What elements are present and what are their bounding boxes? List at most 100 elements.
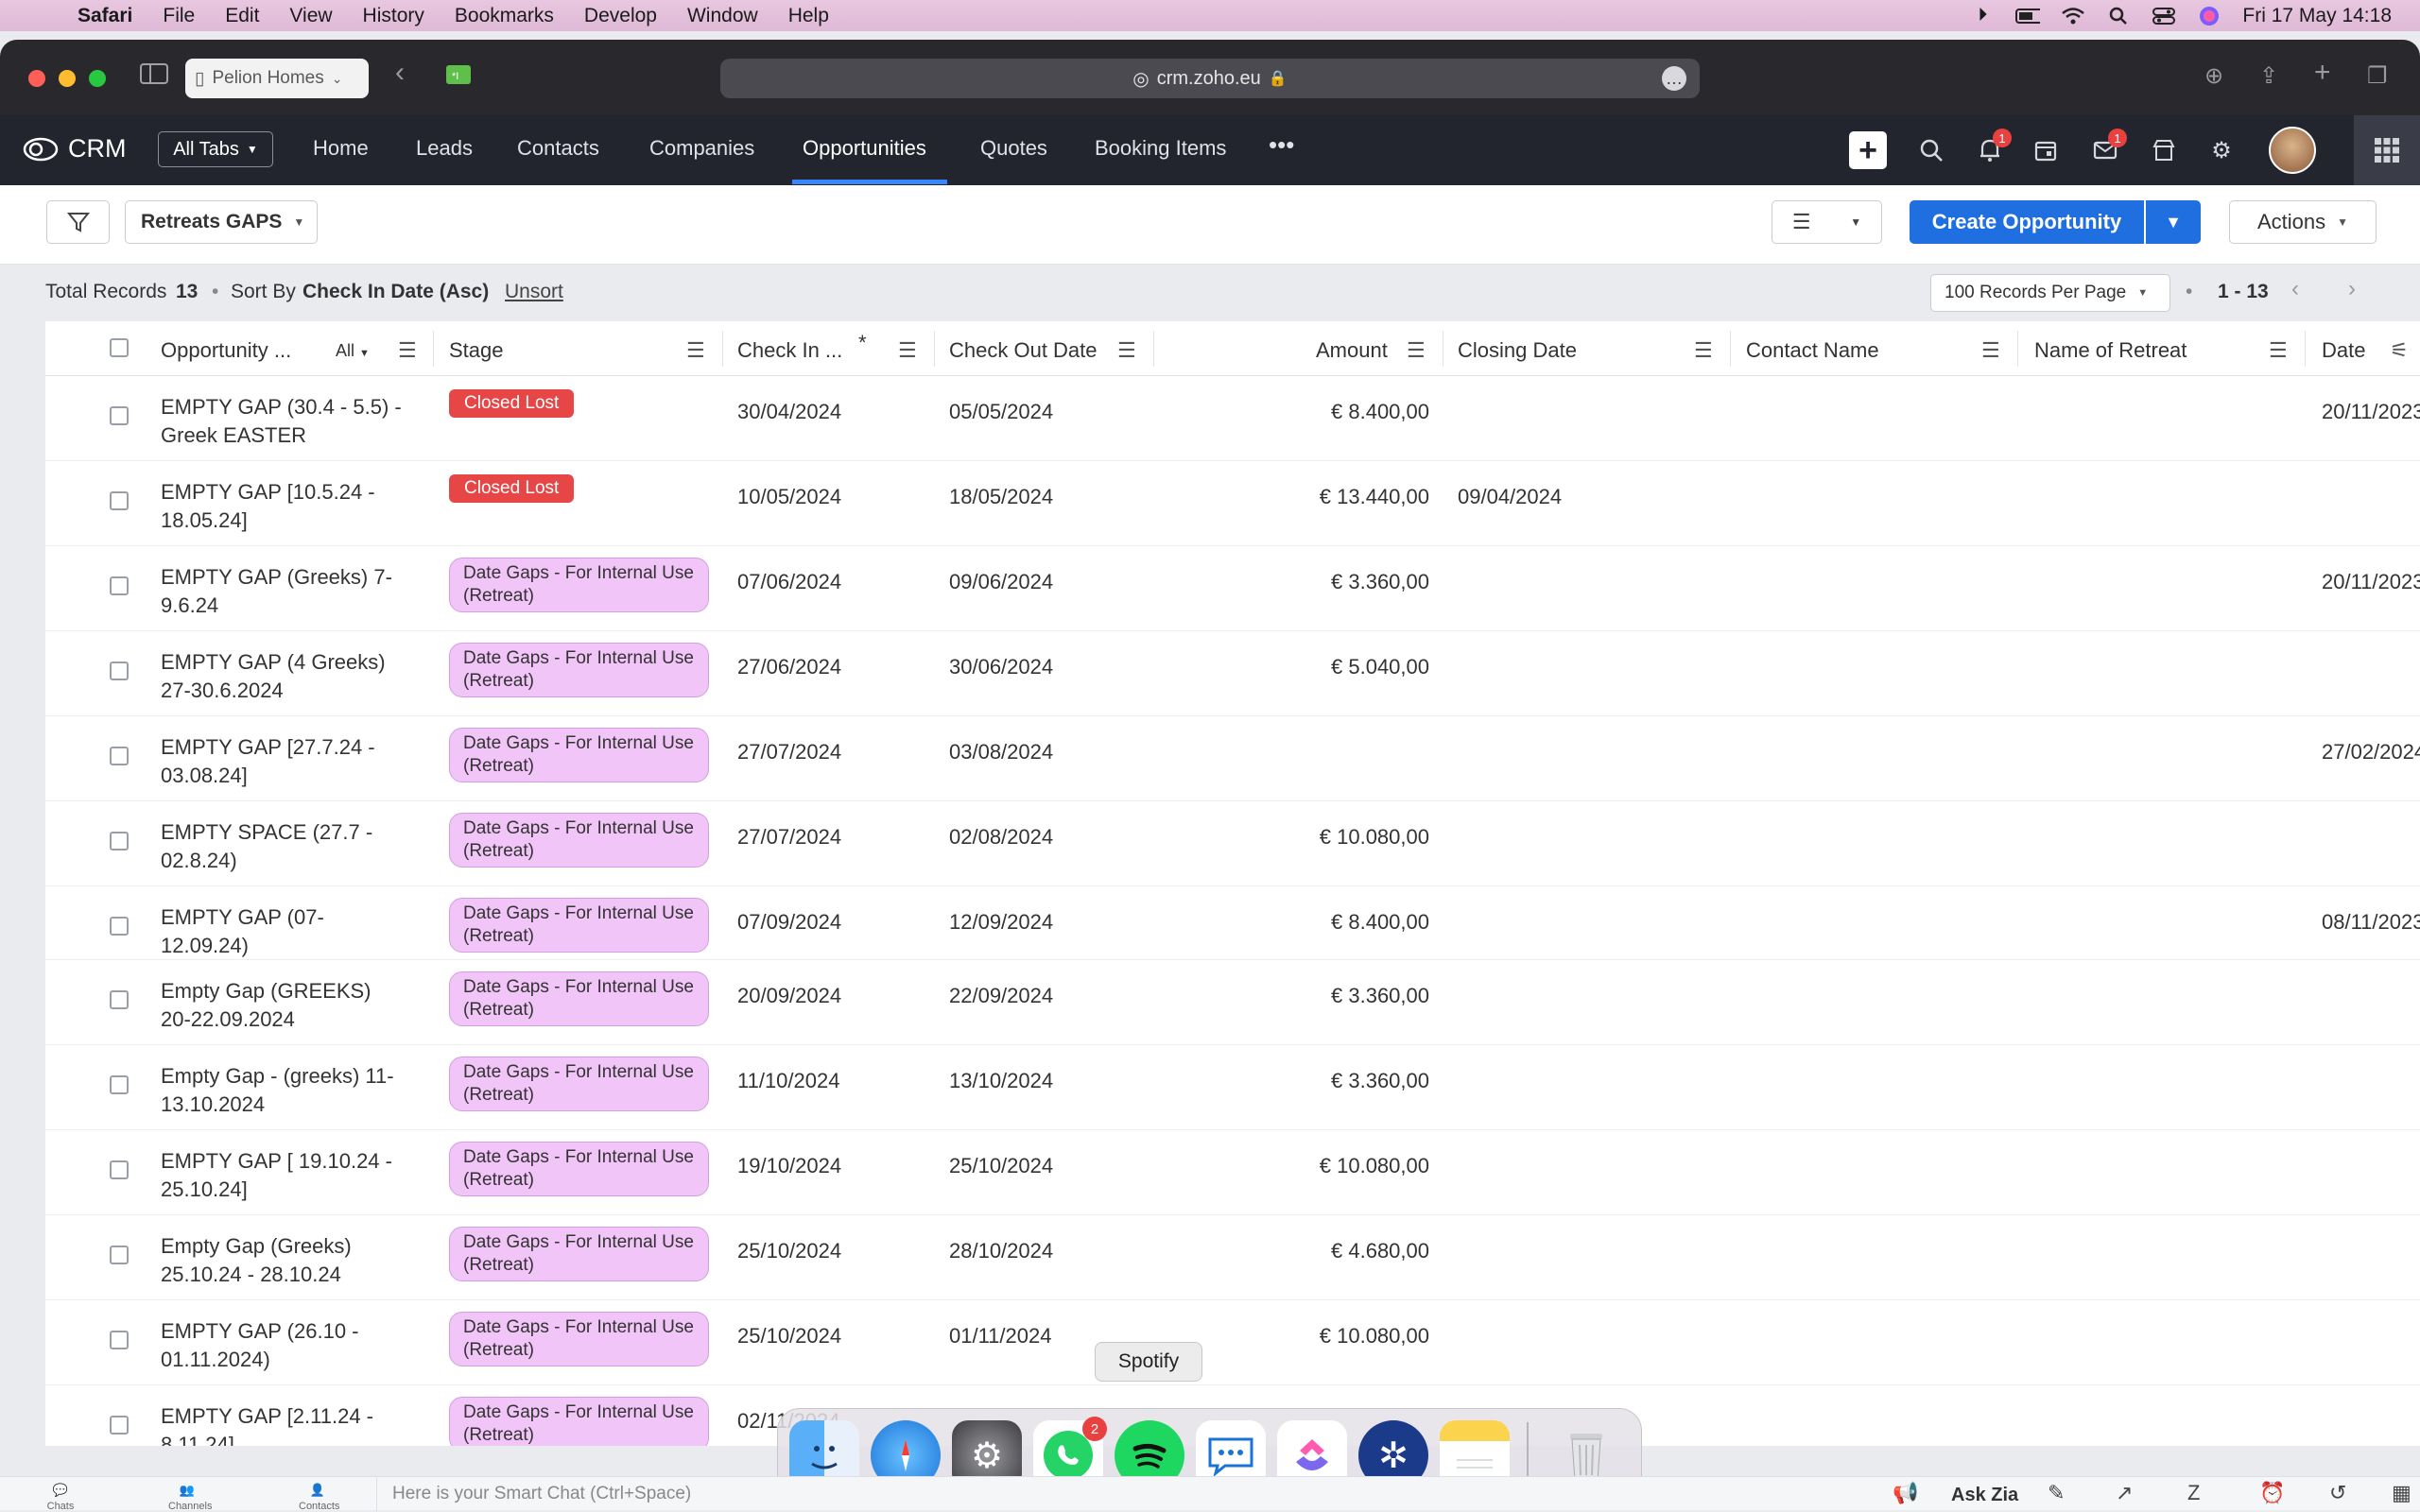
downloads-icon[interactable]: ⊕ [2204, 62, 2223, 90]
list-view-toggle[interactable]: ☰ ▼ [1772, 200, 1882, 244]
row-checkbox[interactable] [110, 1160, 129, 1179]
opportunity-name-link[interactable]: EMPTY GAP (07-12.09.24) [161, 903, 406, 960]
col-opportunity-name[interactable]: Opportunity ... [161, 338, 291, 363]
spotlight-search-icon[interactable] [2106, 7, 2131, 26]
menu-file[interactable]: File [163, 5, 195, 27]
column-menu-icon[interactable]: ☰ [1407, 338, 1426, 363]
row-checkbox[interactable] [110, 1246, 129, 1264]
prev-page-icon[interactable]: ‹ [2291, 276, 2299, 302]
zia-icon[interactable]: Z [2187, 1481, 2200, 1505]
col-date[interactable]: Date [2322, 338, 2365, 363]
window-close-button[interactable] [28, 70, 45, 87]
column-divider[interactable] [1153, 331, 1154, 367]
window-minimize-button[interactable] [59, 70, 76, 87]
column-divider[interactable] [1730, 331, 1731, 367]
tab-leads[interactable]: Leads [416, 136, 473, 161]
col-check-out-date[interactable]: Check Out Date [949, 338, 1098, 363]
opportunity-name-link[interactable]: EMPTY GAP (30.4 - 5.5) - Greek EASTER [161, 393, 406, 450]
extension-icon[interactable]: *I [444, 62, 473, 94]
column-divider[interactable] [2305, 331, 2306, 367]
channels-icon[interactable]: 👥 Channels [168, 1483, 212, 1512]
back-icon[interactable]: ‹ [395, 57, 405, 89]
row-checkbox[interactable] [110, 990, 129, 1009]
table-row[interactable]: EMPTY GAP (4 Greeks) 27-30.6.2024 Date Ga… [45, 631, 2420, 716]
wifi-icon[interactable] [2061, 7, 2085, 26]
col-stage[interactable]: Stage [449, 338, 504, 363]
opportunity-name-link[interactable]: EMPTY GAP [27.7.24 - 03.08.24] [161, 733, 406, 790]
tab-overview-icon[interactable]: ❐ [2367, 62, 2388, 90]
user-avatar[interactable] [2269, 127, 2316, 174]
column-divider[interactable] [934, 331, 935, 367]
col-contact-name[interactable]: Contact Name [1746, 338, 1879, 363]
opportunity-name-link[interactable]: Empty Gap (GREEKS) 20-22.09.2024 [161, 977, 406, 1034]
create-opportunity-button[interactable]: Create Opportunity [1910, 200, 2144, 244]
tab-quotes[interactable]: Quotes [980, 136, 1047, 161]
chats-icon[interactable]: 💬 Chats [42, 1483, 79, 1512]
opportunity-name-link[interactable]: EMPTY SPACE (27.7 - 02.8.24) [161, 818, 406, 875]
row-checkbox[interactable] [110, 1331, 129, 1349]
opportunity-name-link[interactable]: EMPTY GAP [ 19.10.24 - 25.10.24] [161, 1147, 406, 1204]
col-check-in-date[interactable]: Check In ... [737, 338, 842, 363]
tab-home[interactable]: Home [313, 136, 369, 161]
table-row[interactable]: EMPTY GAP [10.5.24 - 18.05.24] Closed Los… [45, 461, 2420, 546]
column-divider[interactable] [2017, 331, 2018, 367]
row-checkbox[interactable] [110, 662, 129, 680]
search-icon[interactable] [1915, 134, 1947, 166]
row-checkbox[interactable] [110, 1075, 129, 1094]
column-menu-icon[interactable]: ☰ [398, 338, 417, 363]
menu-edit[interactable]: Edit [225, 5, 259, 27]
opportunity-name-link[interactable]: EMPTY GAP (Greeks) 7-9.6.24 [161, 563, 406, 620]
tab-companies[interactable]: Companies [649, 136, 754, 161]
calendar-icon[interactable] [2030, 134, 2062, 166]
page-menu-icon[interactable]: … [1662, 66, 1686, 91]
menu-help[interactable]: Help [788, 5, 829, 27]
table-row[interactable]: Empty Gap - (greeks) 11-13.10.2024 Date G… [45, 1045, 2420, 1130]
crm-logo[interactable]: CRM [23, 134, 127, 163]
column-divider[interactable] [722, 331, 723, 367]
recent-items-icon[interactable]: ↗ [2116, 1481, 2133, 1505]
tab-contacts[interactable]: Contacts [517, 136, 599, 161]
column-menu-icon[interactable]: ☰ [2269, 338, 2288, 363]
table-row[interactable]: EMPTY GAP [ 19.10.24 - 25.10.24] Date Gap… [45, 1130, 2420, 1215]
row-checkbox[interactable] [110, 832, 129, 850]
filter-icon[interactable] [46, 200, 110, 244]
play-icon[interactable]: ⏵ [1970, 5, 1995, 26]
table-row[interactable]: EMPTY GAP (26.10 - 01.11.2024) Date Gaps … [45, 1300, 2420, 1385]
mail-icon[interactable]: 1 [2089, 129, 2127, 166]
opportunity-name-link[interactable]: EMPTY GAP [10.5.24 - 18.05.24] [161, 478, 406, 535]
row-checkbox[interactable] [110, 747, 129, 765]
column-menu-icon[interactable]: ☰ [686, 338, 705, 363]
new-tab-icon[interactable]: + [2314, 57, 2331, 89]
more-tabs-icon[interactable]: ••• [1269, 130, 1294, 160]
table-row[interactable]: EMPTY GAP (30.4 - 5.5) - Greek EASTER Clo… [45, 376, 2420, 461]
menu-bookmarks[interactable]: Bookmarks [455, 5, 554, 27]
table-row[interactable]: EMPTY GAP [27.7.24 - 03.08.24] Date Gaps … [45, 716, 2420, 801]
column-menu-icon[interactable]: ☰ [1981, 338, 2000, 363]
menu-window[interactable]: Window [687, 5, 758, 27]
column-menu-icon[interactable]: ☰ [898, 338, 917, 363]
actions-button[interactable]: Actions ▼ [2229, 200, 2377, 244]
share-icon[interactable]: ⇪ [2259, 62, 2278, 90]
smart-chat-input[interactable]: Here is your Smart Chat (Ctrl+Space) [376, 1477, 773, 1511]
custom-view-select[interactable]: Retreats GAPS ▼ [125, 200, 318, 244]
opportunity-name-link[interactable]: Empty Gap - (greeks) 11-13.10.2024 [161, 1062, 406, 1119]
name-filter-select[interactable]: All ▼ [336, 341, 370, 361]
table-row[interactable]: EMPTY GAP (07-12.09.24) Date Gaps - For I… [45, 886, 2420, 960]
menu-develop[interactable]: Develop [584, 5, 657, 27]
alarm-clock-icon[interactable]: ⏰ [2259, 1481, 2285, 1505]
opportunity-name-link[interactable]: EMPTY GAP (4 Greeks) 27-30.6.2024 [161, 648, 406, 705]
signals-icon[interactable]: ✎ [2048, 1481, 2065, 1505]
row-checkbox[interactable] [110, 576, 129, 595]
opportunity-name-link[interactable]: Empty Gap (Greeks) 25.10.24 - 28.10.24 [161, 1232, 406, 1289]
marketplace-icon[interactable] [2148, 134, 2180, 166]
row-checkbox[interactable] [110, 406, 129, 425]
battery-icon[interactable] [2015, 7, 2041, 26]
history-icon[interactable]: ↺ [2329, 1481, 2346, 1505]
window-zoom-button[interactable] [89, 70, 106, 87]
col-amount[interactable]: Amount [1316, 338, 1388, 363]
announcement-icon[interactable]: 📢 [1893, 1481, 1918, 1505]
row-checkbox[interactable] [110, 491, 129, 510]
menu-history[interactable]: History [363, 5, 424, 27]
sidebar-toggle-icon[interactable] [140, 62, 168, 92]
column-menu-icon[interactable]: ☰ [1694, 338, 1713, 363]
